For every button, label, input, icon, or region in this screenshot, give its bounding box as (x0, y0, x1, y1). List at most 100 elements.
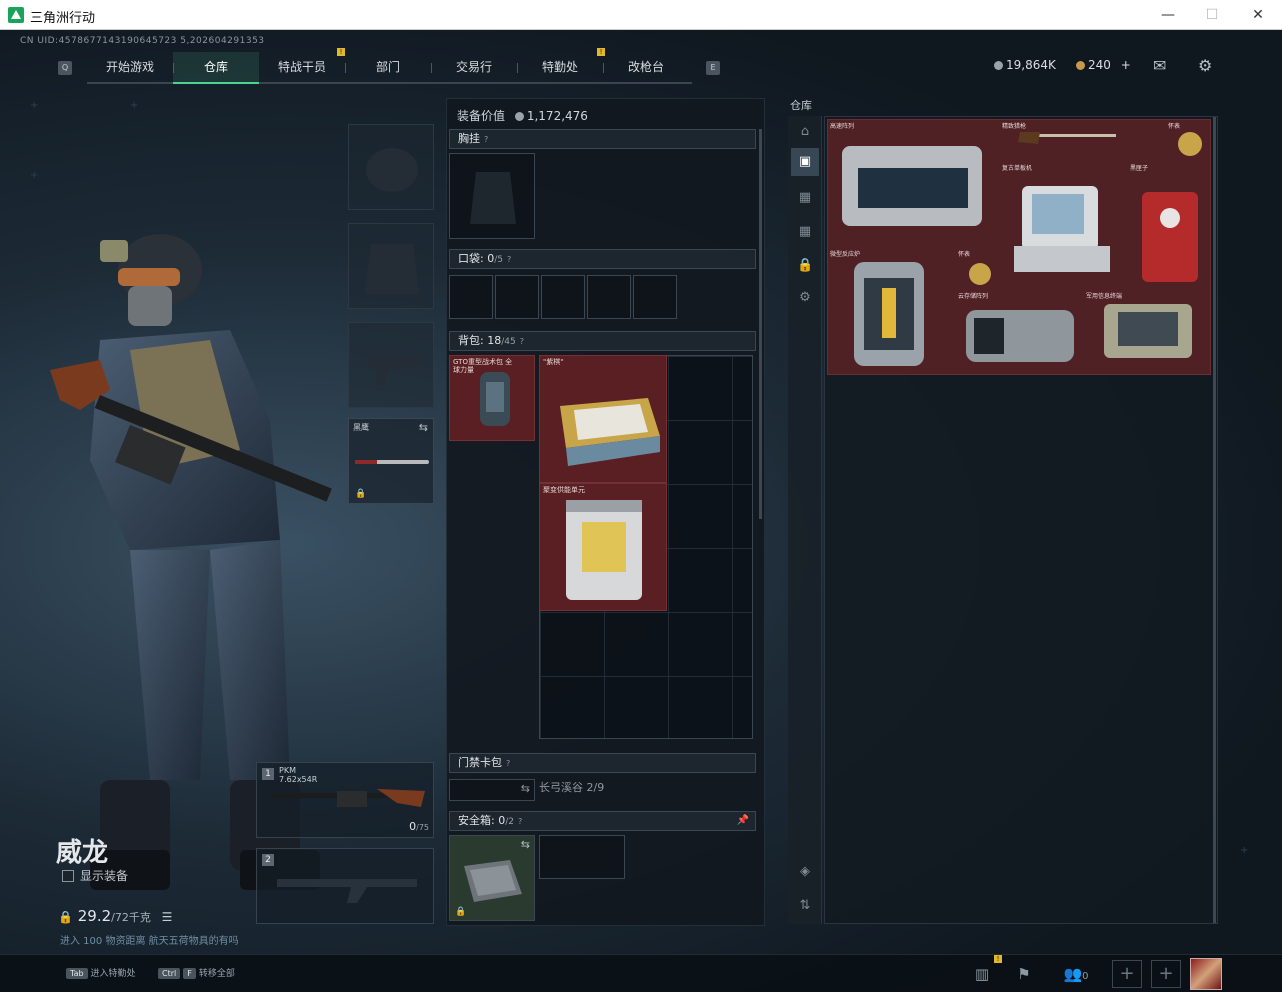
tab-gunsmith[interactable]: 改枪台 (603, 52, 689, 84)
pocket-slot[interactable] (449, 275, 493, 319)
nav-prev-key[interactable]: Q (58, 61, 72, 75)
stash-item[interactable]: 军用信息终端 (1084, 290, 1212, 376)
tab-key: Tab (66, 968, 88, 979)
stash-scrollbar[interactable] (1213, 117, 1216, 923)
stats-alert-badge: ! (994, 955, 1002, 963)
safe-header: 安全箱: 0/2? 📌 (449, 811, 756, 831)
loadout-panel: 装备价值 1,172,476 胸挂? 口袋: 0/5? 背包: 18/45? G… (446, 98, 765, 926)
melee-slot[interactable]: 黑鹰 ⇆ 🔒 (348, 418, 434, 504)
f-key: F (183, 968, 196, 979)
stash-item[interactable]: 云存储阵列 (956, 290, 1084, 376)
pocket-slot[interactable] (587, 275, 631, 319)
stash-item[interactable]: 怀表 (1128, 120, 1212, 162)
pocket-slot[interactable] (633, 275, 677, 319)
squad-icon: 👥 (1063, 965, 1083, 983)
stash-page-icon[interactable]: ▣ (791, 148, 819, 176)
squad-button[interactable]: 👥0 (1058, 961, 1094, 987)
primary-weapon-slot[interactable]: 1 PKM 7.62x54R 0/75 (256, 762, 434, 838)
tab-special-ops[interactable]: 特勤处 (517, 52, 603, 84)
pocket-slot[interactable] (541, 275, 585, 319)
helmet-slot[interactable] (348, 124, 434, 210)
stash-item[interactable]: 黑匣子 (1128, 162, 1212, 290)
lock-icon[interactable]: 🔒 (797, 258, 813, 274)
enter-special-ops-hint[interactable]: Tab 进入特勤处 (66, 966, 136, 979)
help-icon[interactable]: ? (520, 337, 524, 346)
gear-icon[interactable]: ⚙ (797, 290, 813, 306)
add-gold-button[interactable]: + (1121, 58, 1131, 72)
gold-amount: 240 (1088, 58, 1111, 72)
invite-slot-button[interactable]: + (1112, 960, 1142, 988)
stash-page-2-icon[interactable]: ▦ (797, 190, 813, 206)
tab-department[interactable]: 部门 (345, 52, 431, 84)
silver-coin-icon (514, 112, 524, 121)
ammo-count: 0/75 (409, 820, 429, 833)
stash-item[interactable]: 高速阵列 (828, 120, 998, 248)
pistol-slot[interactable] (348, 322, 434, 408)
loadout-scrollbar[interactable] (759, 129, 762, 519)
safe-box-slot[interactable]: ⇆ 🔒 (449, 835, 535, 921)
help-icon[interactable]: ? (506, 759, 510, 768)
help-icon[interactable]: ? (518, 817, 522, 826)
pin-icon[interactable]: 📌 (737, 812, 749, 830)
stash-item[interactable]: 复古单板机 (1000, 162, 1128, 290)
item-name: 军用信息终端 (1086, 293, 1123, 300)
invite-slot-button[interactable]: + (1151, 960, 1181, 988)
stash-item[interactable]: 怀表 (956, 248, 1000, 292)
help-icon[interactable]: ? (507, 255, 511, 264)
tab-start-game[interactable]: 开始游戏 (87, 52, 173, 84)
stash-item[interactable]: 精致猎枪 (1000, 120, 1128, 160)
ctrl-key: Ctrl (158, 968, 181, 979)
checkbox[interactable] (62, 870, 74, 882)
armor-icon (365, 244, 419, 294)
maximize-button[interactable]: ☐ (1192, 4, 1232, 26)
item-name: 怀表 (1168, 123, 1181, 130)
pockets-label: 口袋: (458, 252, 484, 265)
pocket-slot[interactable] (495, 275, 539, 319)
item-name: 高速阵列 (830, 123, 855, 130)
swap-icon[interactable]: ⇆ (521, 782, 530, 795)
stash-panel: 高速阵列 精致猎枪 怀表 复古单板机 黑匣子 微型反应炉 怀表 云存储阵列 军用… (824, 116, 1218, 924)
keycard-label: 门禁卡包 (458, 756, 502, 769)
tab-trading[interactable]: 交易行 (431, 52, 517, 84)
vest-icon (470, 172, 516, 224)
chest-rig-slot[interactable] (449, 153, 535, 239)
item-name: 黑匣子 (1130, 165, 1149, 172)
equipment-value-label: 装备价值 (457, 109, 506, 123)
close-button[interactable]: ✕ (1238, 4, 1278, 26)
avatar[interactable] (1190, 958, 1222, 990)
list-icon[interactable]: ☰ (162, 910, 173, 924)
help-icon[interactable]: ? (484, 135, 488, 144)
backpack-slot[interactable]: GTO重型战术包 全球力量 (449, 355, 535, 441)
transfer-all-hint[interactable]: Ctrl F 转移全部 (158, 966, 235, 979)
secondary-weapon-slot[interactable]: 2 (256, 848, 434, 924)
mail-icon[interactable]: ✉ (1153, 56, 1166, 75)
safe-slot[interactable] (539, 835, 625, 879)
tab-warehouse[interactable]: 仓库 (173, 52, 259, 84)
stash-grid[interactable]: 高速阵列 精致猎枪 怀表 复古单板机 黑匣子 微型反应炉 怀表 云存储阵列 军用… (827, 119, 1211, 375)
minimize-button[interactable]: — (1148, 4, 1188, 26)
item-name: 云存储阵列 (958, 293, 989, 300)
backpack-item[interactable]: "紫棋" (539, 355, 667, 483)
weight-lock-icon: 🔒 (58, 910, 73, 924)
lock-icon: 🔒 (455, 907, 467, 917)
equipment-value-amount: 1,172,476 (526, 109, 588, 123)
flag-icon[interactable]: ⚑ (1010, 961, 1038, 987)
chest-rig-header: 胸挂? (449, 129, 756, 149)
rifle-placeholder-icon (277, 879, 417, 903)
tab-operators[interactable]: 特战干员 (259, 52, 345, 84)
backpack-item[interactable]: 聚变供能单元 (539, 483, 667, 611)
keycard-slot[interactable]: ⇆ (449, 779, 535, 801)
layers-icon[interactable]: ◈ (797, 864, 813, 880)
silver-coin-icon (994, 61, 1003, 70)
home-icon[interactable]: ⌂ (797, 124, 813, 140)
gear-icon[interactable]: ⚙ (1198, 56, 1212, 75)
weight-value: 29.2 (77, 907, 112, 925)
hint-text: 进入 100 物资距离 航天五荷物具的有吗 (60, 936, 239, 947)
armor-slot[interactable] (348, 223, 434, 309)
show-equipment-toggle[interactable]: 显示装备 (62, 867, 128, 884)
stash-item[interactable]: 微型反应炉 (828, 248, 956, 376)
stash-page-3-icon[interactable]: ▦ (797, 224, 813, 240)
stats-icon[interactable]: ▥ (968, 961, 996, 987)
nav-next-key[interactable]: E (706, 61, 720, 75)
sort-icon[interactable]: ⇅ (797, 898, 813, 914)
